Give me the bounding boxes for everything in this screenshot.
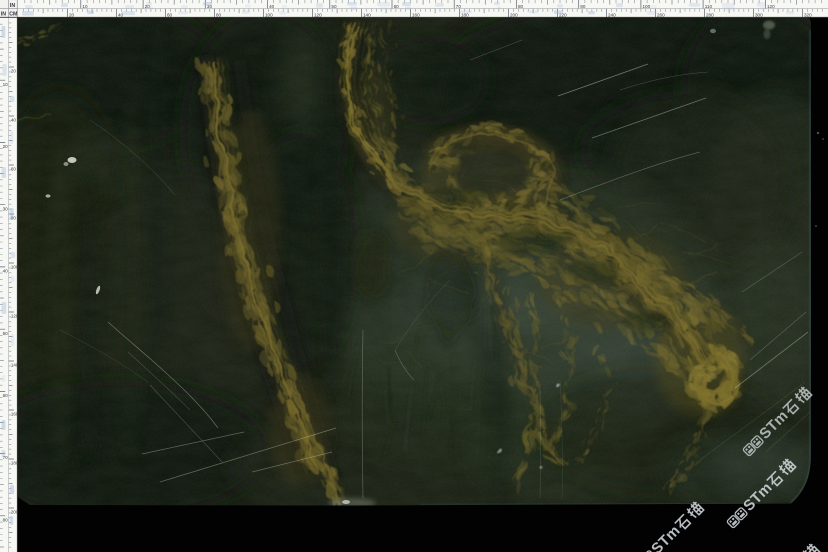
svg-text:30: 30 (3, 206, 9, 211)
svg-text:160: 160 (412, 12, 420, 17)
svg-text:240: 240 (608, 12, 616, 17)
svg-text:50: 50 (3, 331, 9, 336)
svg-text:70: 70 (456, 4, 462, 9)
svg-text:120: 120 (314, 12, 322, 17)
svg-text:CM: CM (9, 12, 17, 18)
svg-text:60: 60 (3, 393, 9, 398)
svg-text:IN: IN (10, 3, 15, 9)
svg-text:300: 300 (755, 12, 763, 17)
svg-text:50: 50 (331, 4, 337, 9)
svg-text:60: 60 (11, 166, 16, 171)
svg-text:320: 320 (804, 12, 812, 17)
svg-text:80: 80 (518, 4, 524, 9)
svg-text:20: 20 (69, 12, 75, 17)
svg-text:100: 100 (265, 12, 273, 17)
svg-text:140: 140 (363, 12, 371, 17)
svg-text:20: 20 (3, 144, 9, 149)
svg-text:80: 80 (3, 517, 9, 522)
svg-text:100: 100 (643, 4, 651, 9)
svg-text:90: 90 (580, 4, 586, 9)
svg-text:260: 260 (657, 12, 665, 17)
svg-text:110: 110 (705, 4, 713, 9)
svg-text:40: 40 (11, 117, 16, 122)
svg-text:280: 280 (706, 12, 714, 17)
svg-text:80: 80 (216, 12, 222, 17)
svg-text:10: 10 (3, 82, 9, 87)
svg-text:120: 120 (767, 4, 775, 9)
svg-text:40: 40 (269, 4, 275, 9)
svg-text:60: 60 (167, 12, 173, 17)
svg-text:20: 20 (11, 68, 16, 73)
svg-text:10: 10 (82, 4, 88, 9)
svg-text:60: 60 (394, 4, 400, 9)
svg-text:IN: IN (1, 12, 6, 18)
svg-text:40: 40 (3, 269, 9, 274)
svg-text:200: 200 (510, 12, 518, 17)
